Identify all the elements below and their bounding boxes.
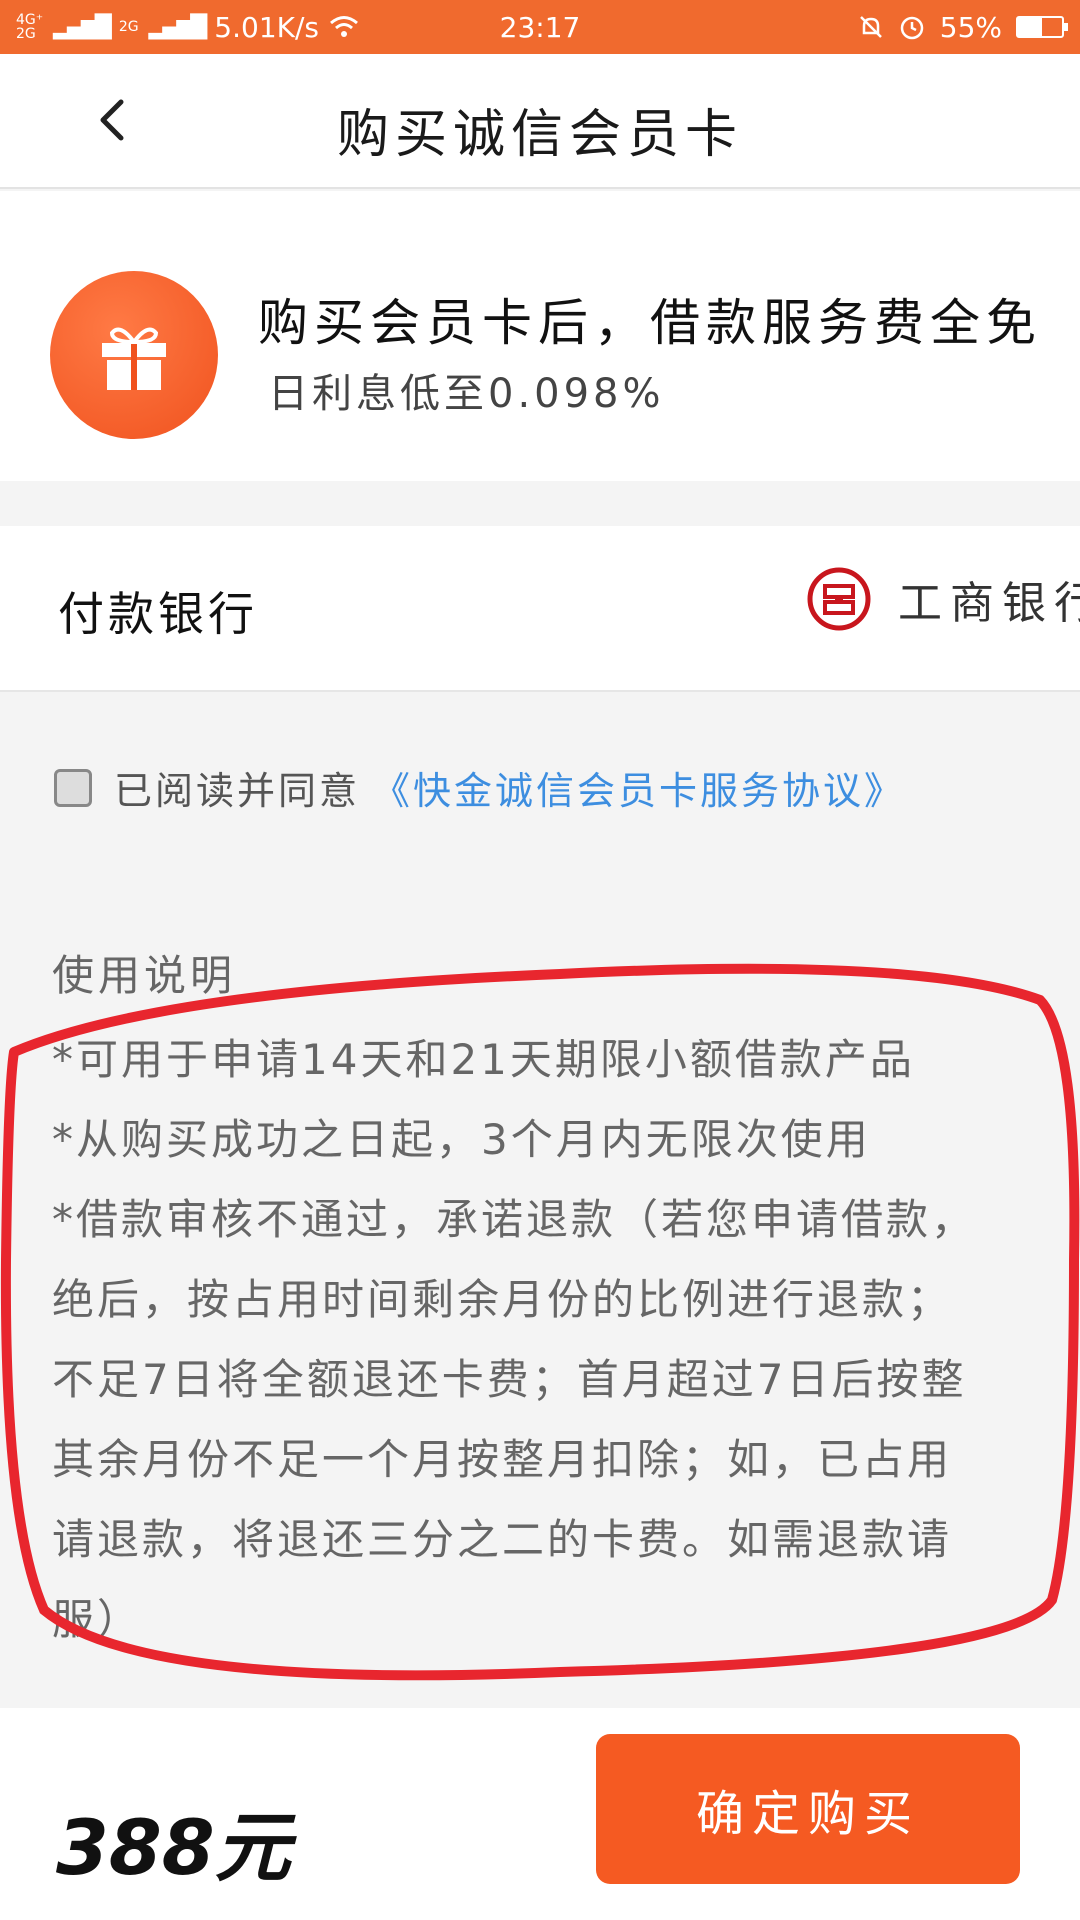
page-title: 购买诚信会员卡 xyxy=(336,105,743,165)
icbc-logo-icon xyxy=(807,567,871,631)
bank-name: 工商银行 xyxy=(898,578,1080,629)
battery-level xyxy=(1018,18,1043,36)
usage-line: *借款审核不通过，承诺退款（若您申请借款， xyxy=(52,1195,977,1244)
payment-bank-label: 付款银行 xyxy=(58,587,258,641)
usage-line: 不足7日将全额退还卡费；首月超过7日后按整 xyxy=(52,1355,967,1404)
usage-line: *从购买成功之日起，3个月内无限次使用 xyxy=(52,1115,871,1164)
payment-bank-row[interactable]: 付款银行 工商银行 xyxy=(0,526,1080,692)
agreement-text: 已阅读并同意 xyxy=(114,769,361,813)
usage-line: 其余月份不足一个月按整月扣除；如，已占用 xyxy=(52,1435,953,1484)
wifi-icon xyxy=(330,16,358,37)
gift-icon xyxy=(50,271,218,439)
usage-instructions: *可用于申请14天和21天期限小额借款产品 *从购买成功之日起，3个月内无限次使… xyxy=(52,1020,1080,1660)
usage-title: 使用说明 xyxy=(52,951,237,1000)
network-indicator: 4G⁺ 2G xyxy=(16,12,44,42)
usage-line: 服） xyxy=(52,1595,143,1644)
signal-icon-2: ▂▄▆█ xyxy=(148,14,208,40)
agreement-checkbox[interactable] xyxy=(54,768,92,807)
network-indicator-2: 2G xyxy=(118,19,139,35)
status-bar: 4G⁺ 2G ▂▄▆█ 2G ▂▄▆█ 5.01K/s 23:17 55% xyxy=(0,0,1080,54)
battery-icon xyxy=(1016,16,1068,38)
usage-line: 绝后，按占用时间剩余月份的比例进行退款； xyxy=(52,1275,953,1324)
bell-muted-icon xyxy=(859,16,882,38)
promo-interest-rate: 日利息低至0.098% xyxy=(268,371,665,417)
payment-bank-value[interactable]: 工商银行 xyxy=(806,566,1080,632)
agreement-row: 已阅读并同意 《快金诚信会员卡服务协议》 xyxy=(54,760,905,815)
network-speed: 5.01K/s xyxy=(214,10,320,44)
purchase-footer: 388元 确定购买 xyxy=(0,1708,1080,1920)
confirm-purchase-button[interactable]: 确定购买 xyxy=(596,1734,1020,1884)
usage-line: *可用于申请14天和21天期限小额借款产品 xyxy=(52,1035,915,1084)
usage-line: 请退款，将退还三分之二的卡费。如需退款请 xyxy=(52,1515,953,1564)
signal-icon: ▂▄▆█ xyxy=(53,14,112,40)
nav-bar: 购买诚信会员卡 xyxy=(0,54,1080,189)
price-label: 388元 xyxy=(56,1803,291,1892)
alarm-icon xyxy=(900,16,924,40)
battery-percent: 55% xyxy=(939,10,1002,44)
agreement-link[interactable]: 《快金诚信会员卡服务协议》 xyxy=(372,760,905,815)
membership-promo: 购买会员卡后，借款服务费全免 日利息低至0.098% xyxy=(0,191,1080,481)
promo-headline: 购买会员卡后，借款服务费全免 xyxy=(258,294,1042,352)
